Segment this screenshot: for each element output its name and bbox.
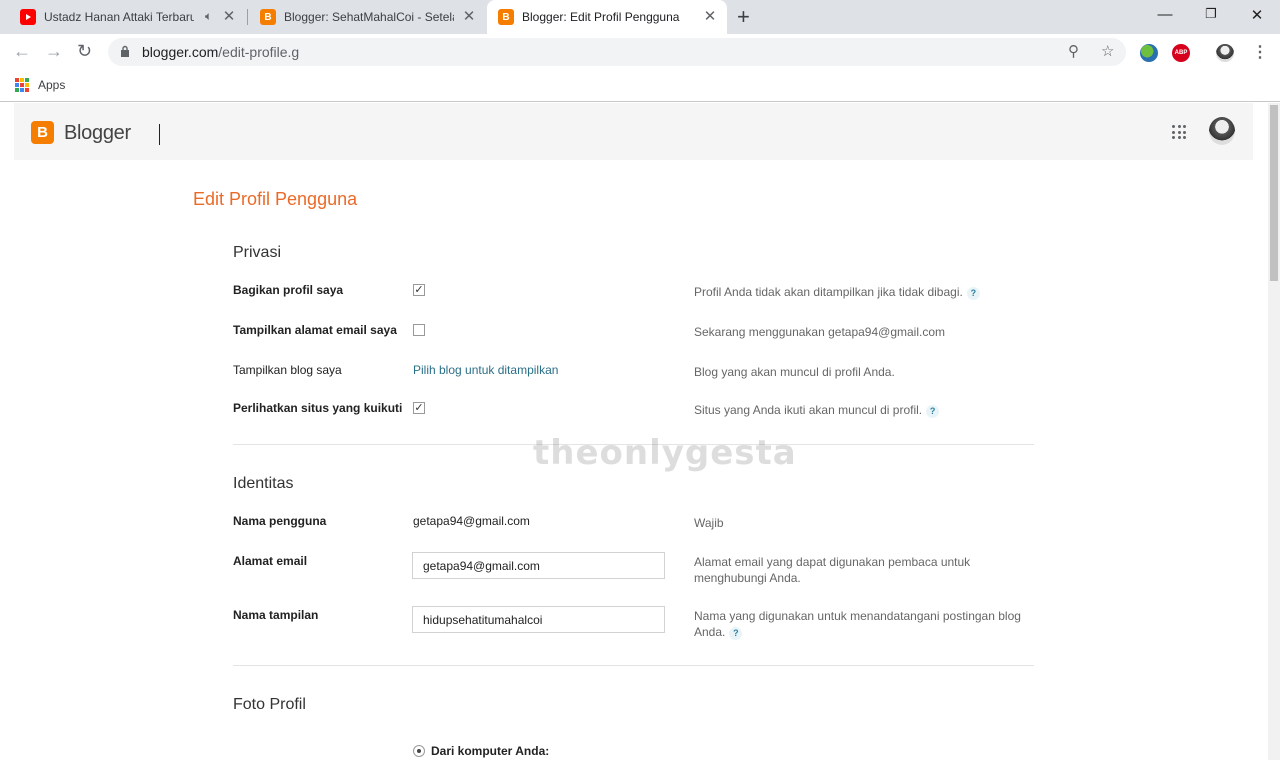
share-profile-help: Profil Anda tidak akan ditampilkan jika … [694, 284, 1024, 300]
blogger-header: B Blogger [14, 103, 1253, 160]
lock-icon [121, 45, 129, 57]
tab-title: Blogger: SehatMahalCoi - Setelan [284, 10, 454, 24]
section-title-identity: Identitas [233, 475, 294, 492]
help-icon[interactable]: ? [966, 287, 980, 300]
close-tab-icon[interactable]: ✕ [703, 9, 717, 24]
reload-icon[interactable]: ↻ [77, 42, 92, 60]
blogger-icon: B [498, 9, 514, 25]
divider [233, 665, 1034, 666]
browser-toolbar: ← → ↻ blogger.com/edit-profile.g ⚲ ☆ ABP… [0, 34, 1280, 70]
followed-sites-label: Perlihatkan situs yang kuikuti [233, 401, 403, 415]
avatar[interactable] [1209, 117, 1235, 145]
forward-icon[interactable]: → [45, 42, 63, 60]
tab-title: Blogger: Edit Profil Pengguna [522, 10, 680, 24]
show-email-checkbox[interactable] [413, 324, 425, 336]
display-name-field[interactable] [412, 606, 665, 633]
restore-icon[interactable]: ❐ [1201, 6, 1221, 22]
address-bar[interactable]: blogger.com/edit-profile.g ⚲ ☆ [108, 38, 1126, 66]
blogger-logo-icon[interactable]: B [31, 121, 54, 144]
apps-grid-icon[interactable] [15, 78, 29, 92]
page-title: Edit Profil Pengguna [193, 189, 358, 209]
tab-strip: Ustadz Hanan Attaki Terbaru 🔈︎ ✕ B Blogg… [0, 0, 1280, 34]
page-viewport: B Blogger Edit Profil Pengguna Privasi B… [0, 103, 1268, 760]
from-computer-label: Dari komputer Anda: [431, 744, 550, 758]
username-help: Wajib [694, 516, 724, 530]
extension-globe-icon[interactable] [1140, 44, 1158, 62]
tab-title: Ustadz Hanan Attaki Terbaru [44, 10, 194, 24]
email-field[interactable] [412, 552, 665, 579]
window-close-icon[interactable]: ✕ [1247, 6, 1267, 24]
section-title-privacy: Privasi [233, 244, 282, 261]
apps-link[interactable]: Apps [38, 78, 65, 92]
bookmark-star-icon[interactable]: ☆ [1101, 42, 1114, 60]
close-tab-icon[interactable]: ✕ [222, 9, 236, 24]
followed-sites-help: Situs yang Anda ikuti akan muncul di pro… [694, 402, 1024, 418]
tab-edit-profile[interactable]: B Blogger: Edit Profil Pengguna ✕ [487, 0, 727, 34]
choose-blogs-link[interactable]: Pilih blog untuk ditampilkan [413, 363, 558, 377]
brand-name[interactable]: Blogger [64, 122, 131, 145]
from-computer-radio[interactable] [413, 745, 425, 757]
back-icon[interactable]: ← [13, 42, 31, 60]
zoom-icon[interactable]: ⚲ [1068, 42, 1079, 60]
help-icon[interactable]: ? [926, 405, 940, 418]
speaker-icon[interactable]: 🔈︎ [205, 9, 212, 24]
menu-icon[interactable]: ⋮ [1252, 42, 1268, 62]
show-blogs-label: Tampilkan blog saya [233, 363, 342, 377]
email-label: Alamat email [233, 554, 308, 568]
minimize-icon[interactable]: — [1155, 6, 1175, 23]
tab-youtube[interactable]: Ustadz Hanan Attaki Terbaru 🔈︎ ✕ [0, 0, 246, 34]
bookmarks-bar: Apps [0, 70, 1280, 102]
show-email-help: Sekarang menggunakan getapa94@gmail.com [694, 325, 946, 339]
tab-blogger-settings[interactable]: B Blogger: SehatMahalCoi - Setelan ✕ [248, 0, 486, 34]
url-text: blogger.com/edit-profile.g [142, 44, 300, 60]
username-label: Nama pengguna [233, 514, 327, 528]
username-value: getapa94@gmail.com [413, 514, 530, 528]
watermark: theonlygesta [533, 433, 797, 473]
section-title-photo: Foto Profil [233, 696, 306, 713]
show-blogs-help: Blog yang akan muncul di profil Anda. [694, 365, 895, 379]
scrollbar[interactable] [1268, 103, 1280, 760]
new-tab-button[interactable]: + [737, 6, 750, 28]
close-tab-icon[interactable]: ✕ [462, 9, 476, 24]
display-name-help: Nama yang digunakan untuk menandatangani… [694, 609, 1021, 640]
blogger-icon: B [260, 9, 276, 25]
google-apps-icon[interactable] [1172, 125, 1186, 139]
header-divider [159, 124, 160, 145]
share-profile-label: Bagikan profil saya [233, 283, 344, 297]
adblock-icon[interactable]: ABP [1172, 44, 1190, 62]
profile-avatar-icon[interactable] [1216, 44, 1234, 62]
show-email-label: Tampilkan alamat email saya [233, 323, 397, 337]
display-name-label: Nama tampilan [233, 608, 319, 622]
share-profile-checkbox[interactable]: ✓ [413, 284, 425, 296]
youtube-icon [20, 9, 36, 25]
help-icon[interactable]: ? [729, 627, 743, 640]
followed-sites-checkbox[interactable]: ✓ [413, 402, 425, 414]
scrollbar-thumb[interactable] [1270, 105, 1278, 281]
email-help: Alamat email yang dapat digunakan pembac… [694, 555, 971, 585]
